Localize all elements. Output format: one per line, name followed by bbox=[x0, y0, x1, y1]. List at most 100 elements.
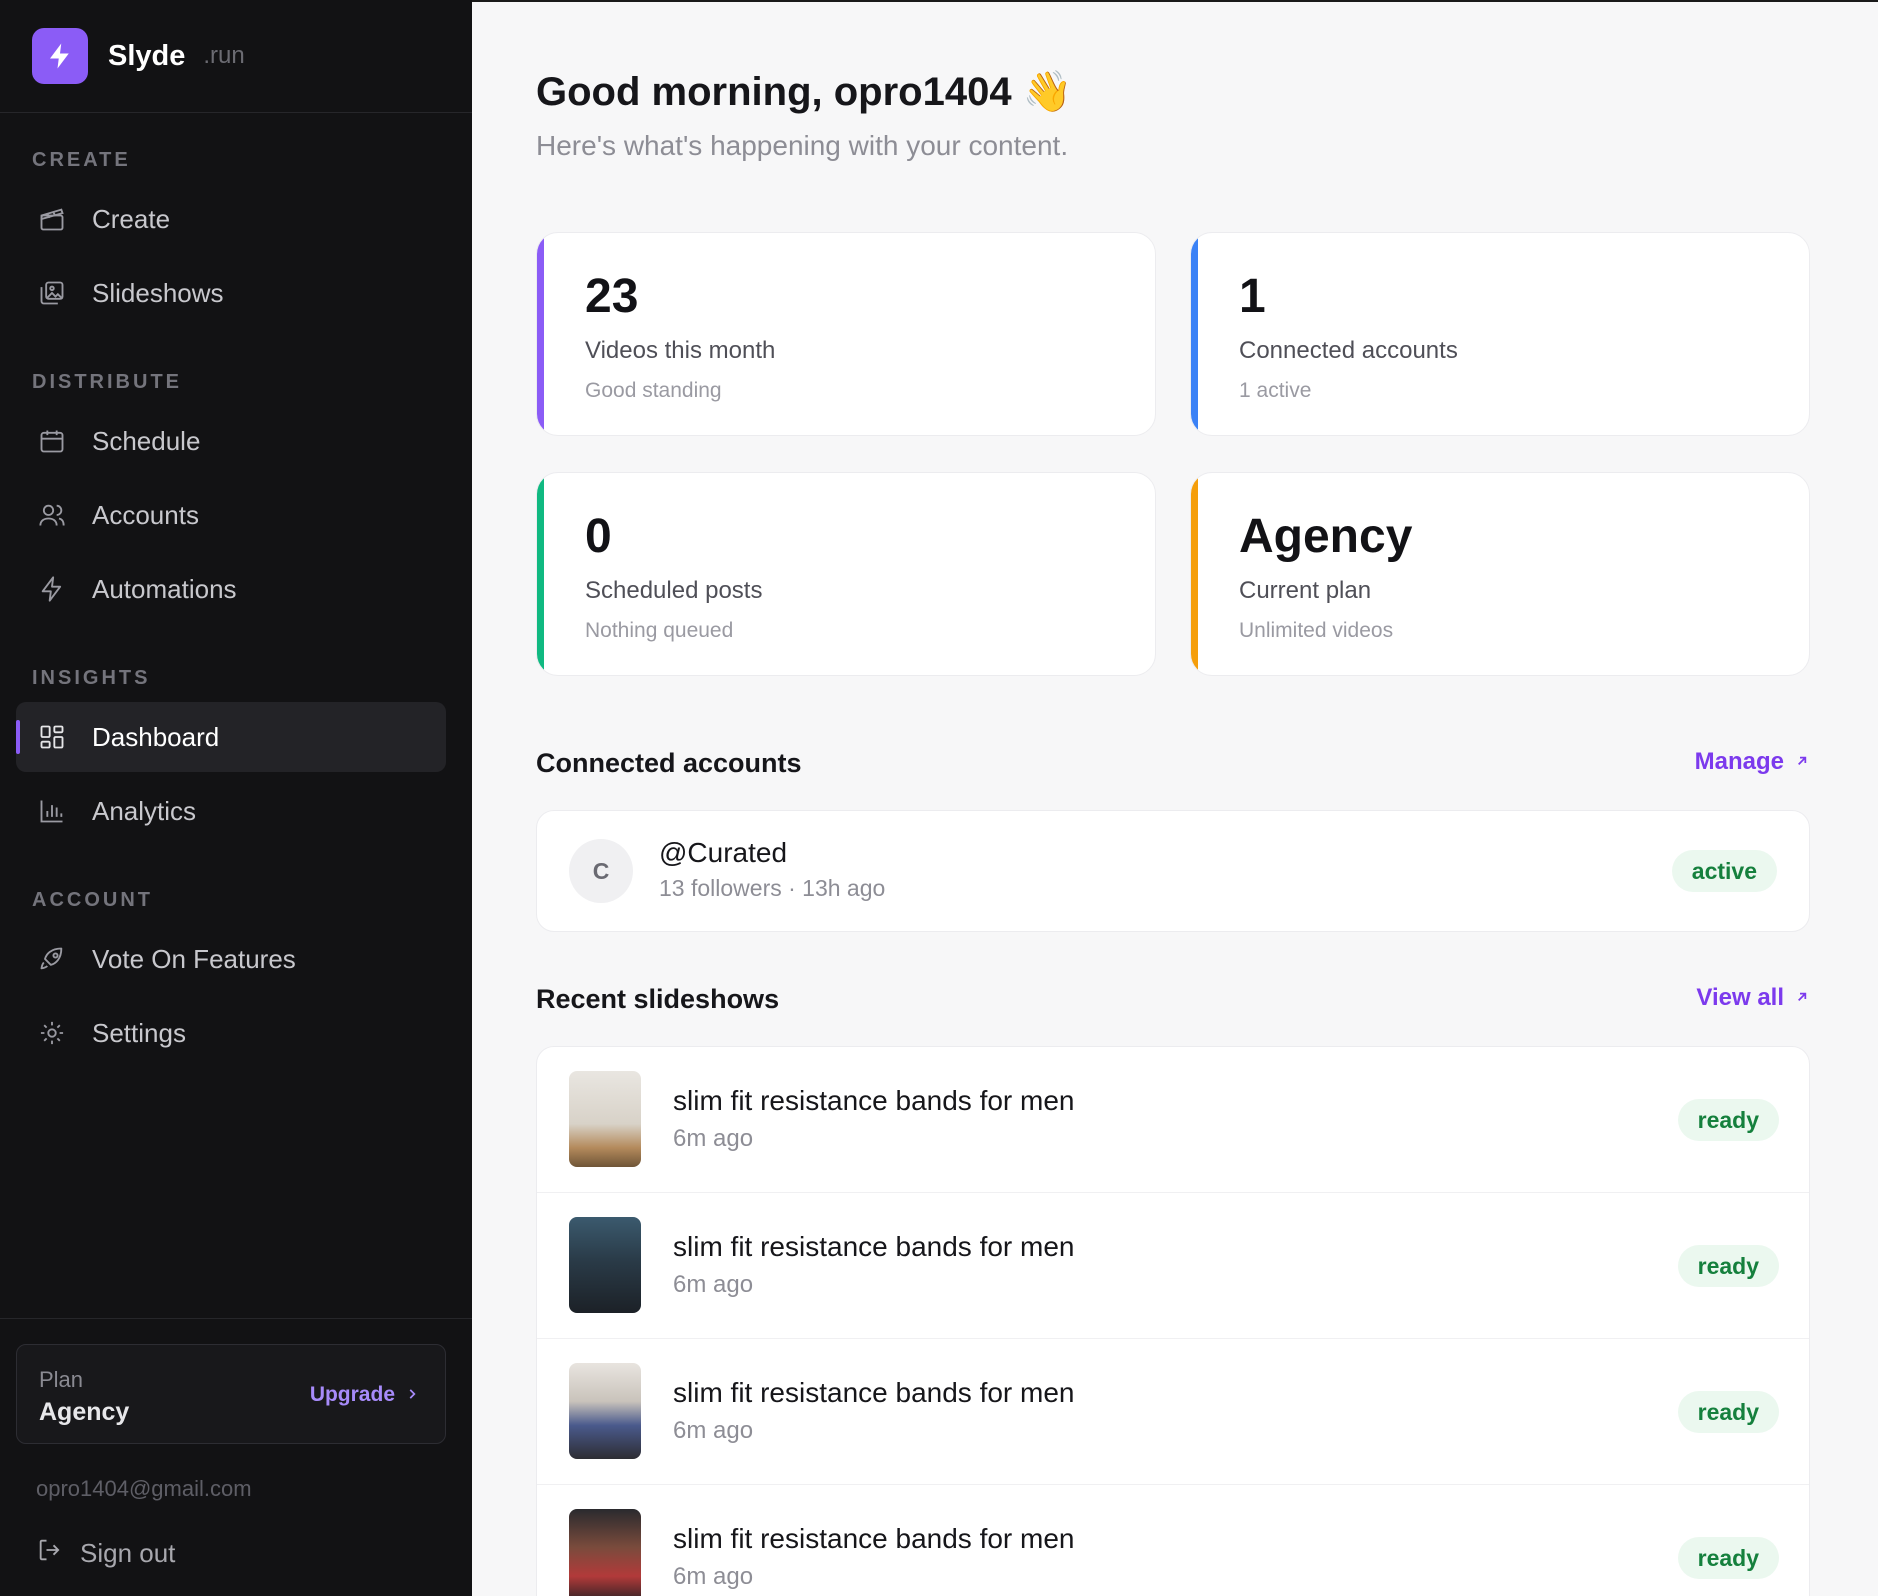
sidebar-item-label: Dashboard bbox=[92, 721, 220, 752]
sidebar-item-label: Slideshows bbox=[92, 277, 224, 308]
page-title: Good morning, opro1404 👋 bbox=[536, 70, 1073, 114]
plan-box: Plan Agency Upgrade bbox=[16, 1344, 446, 1444]
accent-bar bbox=[537, 233, 544, 435]
slideshow-time: 6m ago bbox=[673, 1271, 754, 1298]
slideshow-list: slim fit resistance bands for men 6m ago… bbox=[536, 1046, 1810, 1596]
section-label-distribute: DISTRIBUTE bbox=[32, 371, 182, 393]
stat-card-connected-accounts: 1 Connected accounts 1 active bbox=[1190, 232, 1810, 436]
account-handle: @Curated bbox=[659, 837, 788, 868]
list-item[interactable]: slim fit resistance bands for men 6m ago… bbox=[537, 1485, 1809, 1596]
view-all-label: View all bbox=[1696, 984, 1784, 1011]
stat-value: 0 bbox=[585, 510, 612, 563]
stat-value: 23 bbox=[585, 270, 639, 323]
slideshow-title: slim fit resistance bands for men bbox=[673, 1377, 1075, 1408]
sidebar-item-slideshows[interactable]: Slideshows bbox=[16, 258, 446, 328]
brand-tld: .run bbox=[203, 42, 245, 69]
user-email: opro1404@gmail.com bbox=[36, 1476, 252, 1501]
list-item[interactable]: slim fit resistance bands for men 6m ago… bbox=[537, 1047, 1809, 1193]
arrow-up-right-icon bbox=[1794, 748, 1810, 776]
arrow-up-right-icon bbox=[1794, 984, 1810, 1012]
sign-out-button[interactable]: Sign out bbox=[36, 1536, 175, 1571]
section-label-insights: INSIGHTS bbox=[32, 667, 151, 689]
slideshow-thumbnail bbox=[569, 1363, 641, 1459]
section-label-account: ACCOUNT bbox=[32, 889, 153, 911]
section-label-create: CREATE bbox=[32, 149, 131, 171]
slideshow-title: slim fit resistance bands for men bbox=[673, 1231, 1075, 1262]
upgrade-label: Upgrade bbox=[309, 1383, 395, 1406]
bar-chart-icon bbox=[36, 795, 68, 827]
chevron-right-icon bbox=[405, 1383, 419, 1407]
stat-sub: Nothing queued bbox=[585, 619, 734, 642]
sidebar-item-label: Accounts bbox=[92, 499, 199, 530]
sidebar-item-accounts[interactable]: Accounts bbox=[16, 480, 446, 550]
status-badge: ready bbox=[1677, 1099, 1779, 1141]
sidebar-item-label: Automations bbox=[92, 573, 237, 604]
stat-label: Videos this month bbox=[585, 337, 776, 364]
clapperboard-icon bbox=[36, 203, 68, 235]
stat-card-current-plan: Agency Current plan Unlimited videos bbox=[1190, 472, 1810, 676]
sidebar-item-label: Create bbox=[92, 203, 171, 234]
list-item[interactable]: slim fit resistance bands for men 6m ago… bbox=[537, 1193, 1809, 1339]
stat-card-videos: 23 Videos this month Good standing bbox=[536, 232, 1156, 436]
sign-out-icon bbox=[36, 1536, 64, 1571]
manage-label: Manage bbox=[1694, 748, 1784, 775]
stat-sub: Good standing bbox=[585, 379, 722, 402]
sign-out-label: Sign out bbox=[80, 1538, 176, 1568]
divider bbox=[0, 1318, 472, 1319]
main-content: Good morning, opro1404 👋 Here's what's h… bbox=[472, 0, 1878, 1596]
status-badge: ready bbox=[1677, 1391, 1779, 1433]
sidebar-item-settings[interactable]: Settings bbox=[16, 998, 446, 1068]
slideshow-thumbnail bbox=[569, 1071, 641, 1167]
lightning-logo-icon bbox=[32, 28, 88, 84]
slideshow-thumbnail bbox=[569, 1217, 641, 1313]
view-all-link[interactable]: View all bbox=[1696, 984, 1810, 1012]
sidebar-item-analytics[interactable]: Analytics bbox=[16, 776, 446, 846]
slideshow-title: slim fit resistance bands for men bbox=[673, 1085, 1075, 1116]
slideshow-time: 6m ago bbox=[673, 1417, 754, 1444]
sidebar-item-create[interactable]: Create bbox=[16, 184, 446, 254]
manage-link[interactable]: Manage bbox=[1695, 748, 1810, 776]
stat-card-scheduled-posts: 0 Scheduled posts Nothing queued bbox=[536, 472, 1156, 676]
plan-label: Plan bbox=[39, 1367, 84, 1392]
status-badge: active bbox=[1671, 850, 1777, 892]
stat-label: Connected accounts bbox=[1239, 337, 1458, 364]
gear-icon bbox=[36, 1017, 68, 1049]
sidebar-item-label: Schedule bbox=[92, 425, 201, 456]
slideshow-time: 6m ago bbox=[673, 1125, 754, 1152]
avatar: C bbox=[569, 839, 633, 903]
accent-bar bbox=[1191, 473, 1198, 675]
slideshow-thumbnail bbox=[569, 1509, 641, 1596]
sidebar-item-automations[interactable]: Automations bbox=[16, 554, 446, 624]
sidebar-item-label: Analytics bbox=[92, 795, 197, 826]
stat-sub: 1 active bbox=[1239, 379, 1312, 402]
sidebar-item-label: Vote On Features bbox=[92, 943, 296, 974]
lightning-icon bbox=[36, 573, 68, 605]
stat-value: 1 bbox=[1239, 270, 1266, 323]
upgrade-button[interactable]: Upgrade bbox=[310, 1383, 419, 1407]
account-row[interactable]: C @Curated 13 followers · 13h ago active bbox=[536, 810, 1810, 932]
status-badge: ready bbox=[1677, 1245, 1779, 1287]
stat-label: Scheduled posts bbox=[585, 577, 763, 604]
sidebar: Slyde .run CREATE Create Slideshows DIST… bbox=[0, 0, 472, 1596]
rocket-icon bbox=[36, 943, 68, 975]
images-icon bbox=[36, 277, 68, 309]
sidebar-item-dashboard[interactable]: Dashboard bbox=[16, 702, 446, 772]
brand-name: Slyde bbox=[108, 39, 186, 72]
slideshow-time: 6m ago bbox=[673, 1563, 754, 1590]
sidebar-item-schedule[interactable]: Schedule bbox=[16, 406, 446, 476]
stat-sub: Unlimited videos bbox=[1239, 619, 1394, 642]
users-icon bbox=[36, 499, 68, 531]
sidebar-item-vote-on-features[interactable]: Vote On Features bbox=[16, 924, 446, 994]
stat-label: Current plan bbox=[1239, 577, 1372, 604]
slideshow-title: slim fit resistance bands for men bbox=[673, 1523, 1075, 1554]
page-subtitle: Here's what's happening with your conten… bbox=[536, 130, 1069, 161]
accent-bar bbox=[537, 473, 544, 675]
grid-icon bbox=[36, 721, 68, 753]
connected-accounts-title: Connected accounts bbox=[536, 748, 802, 778]
calendar-icon bbox=[36, 425, 68, 457]
plan-name: Agency bbox=[39, 1398, 130, 1426]
brand[interactable]: Slyde .run bbox=[0, 0, 472, 113]
recent-slideshows-title: Recent slideshows bbox=[536, 984, 780, 1014]
sidebar-item-label: Settings bbox=[92, 1017, 186, 1048]
list-item[interactable]: slim fit resistance bands for men 6m ago… bbox=[537, 1339, 1809, 1485]
